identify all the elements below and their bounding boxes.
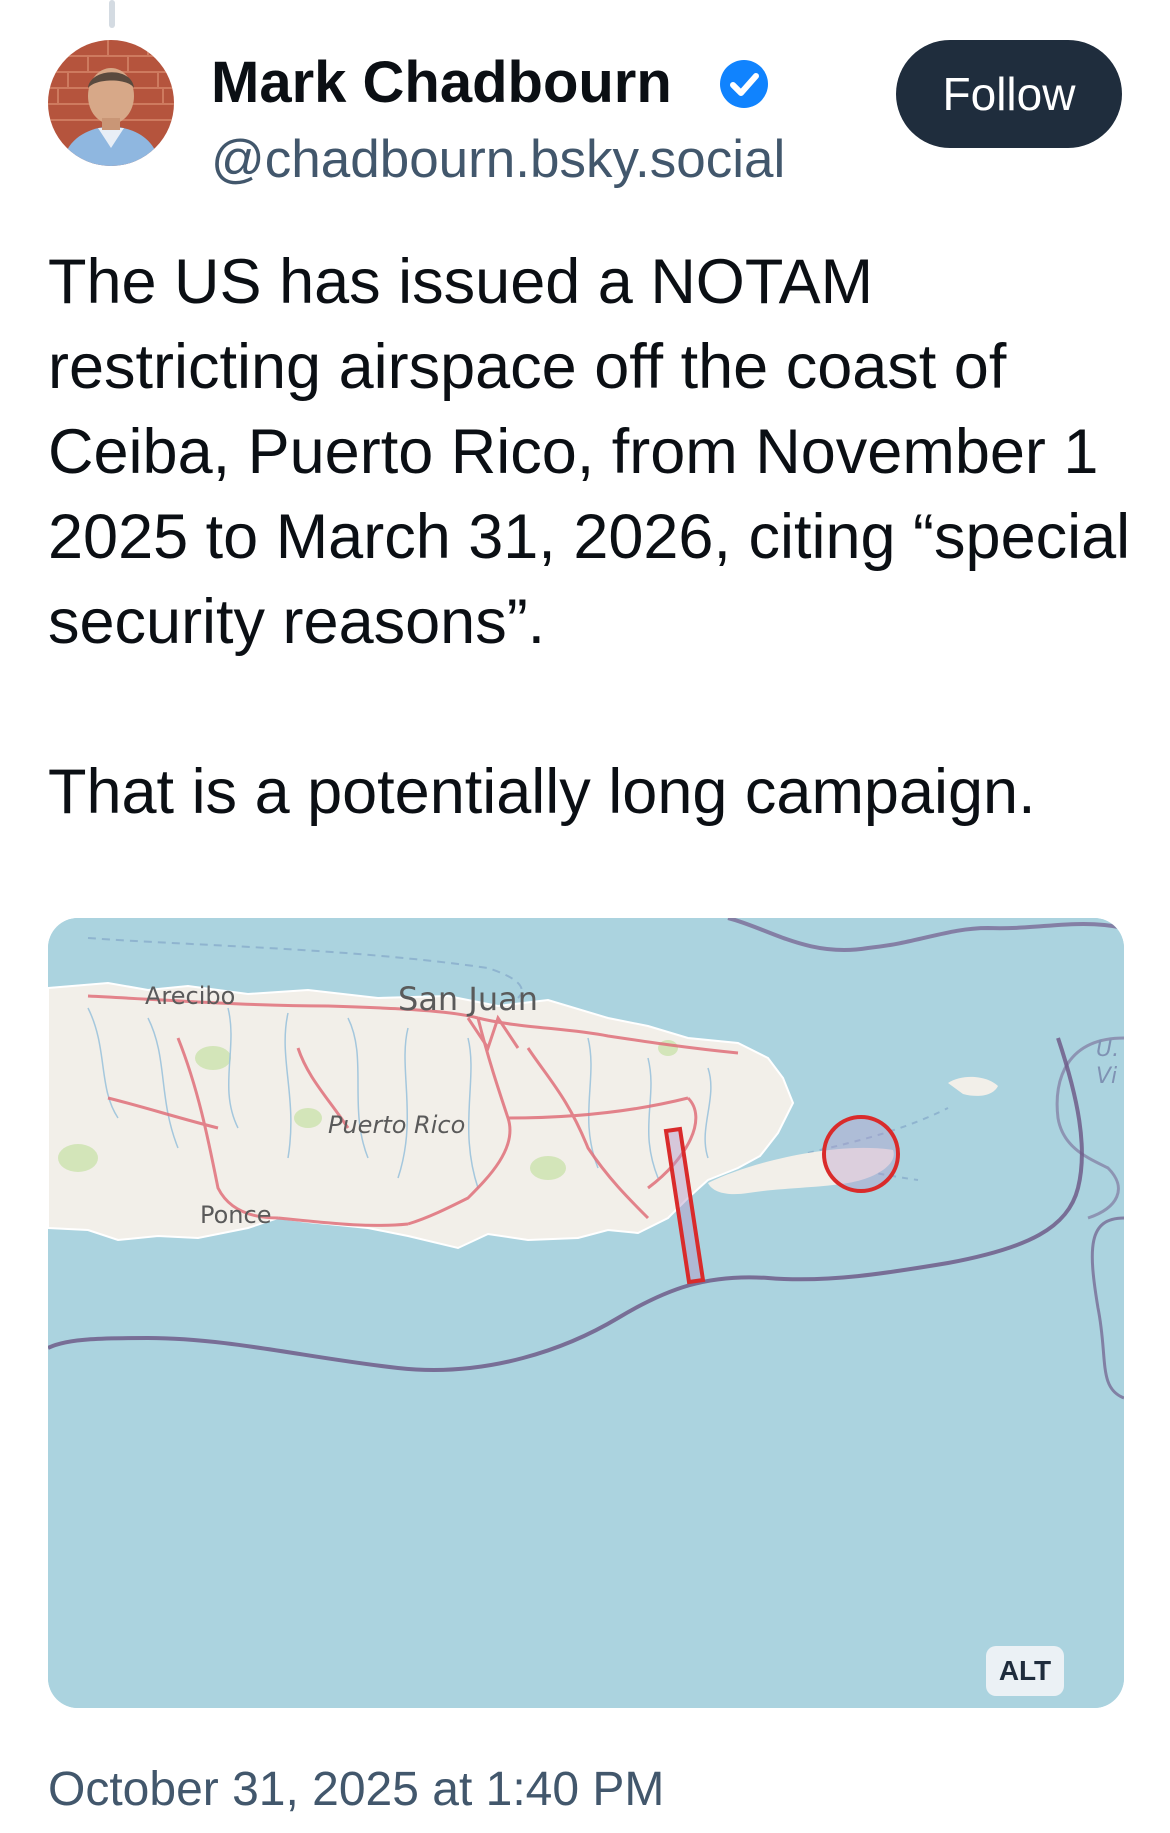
map-label-edge-top: U. — [1096, 1037, 1119, 1062]
post-timestamp[interactable]: October 31, 2025 at 1:40 PM — [48, 1760, 664, 1820]
post-paragraph: That is a potentially long campaign. — [48, 757, 1036, 827]
map-label-arecibo: Arecibo — [145, 982, 235, 1010]
map-label-puerto-rico: Puerto Rico — [328, 1111, 465, 1139]
author-handle[interactable]: @chadbourn.bsky.social — [211, 128, 785, 192]
map-label-san-juan: San Juan — [398, 980, 538, 1018]
post-body: The US has issued a NOTAM restricting ai… — [48, 240, 1138, 835]
avatar-photo — [48, 40, 174, 166]
follow-button[interactable]: Follow — [896, 40, 1122, 148]
author-display-name[interactable]: Mark Chadbourn — [211, 50, 672, 116]
map-label-ponce: Ponce — [200, 1201, 271, 1229]
post-paragraph: The US has issued a NOTAM restricting ai… — [48, 247, 1131, 657]
author-avatar[interactable] — [48, 40, 174, 166]
map-image[interactable]: Arecibo San Juan Puerto Rico Ponce U. Vi — [48, 918, 1124, 1708]
verified-check-icon — [720, 60, 768, 108]
map-label-edge-bottom: Vi — [1096, 1064, 1117, 1089]
map-graphic: Arecibo San Juan Puerto Rico Ponce U. Vi — [48, 918, 1124, 1708]
restricted-zone-circle — [822, 1115, 900, 1193]
thread-connector-line — [109, 0, 115, 28]
alt-text-button[interactable]: ALT — [986, 1646, 1064, 1696]
